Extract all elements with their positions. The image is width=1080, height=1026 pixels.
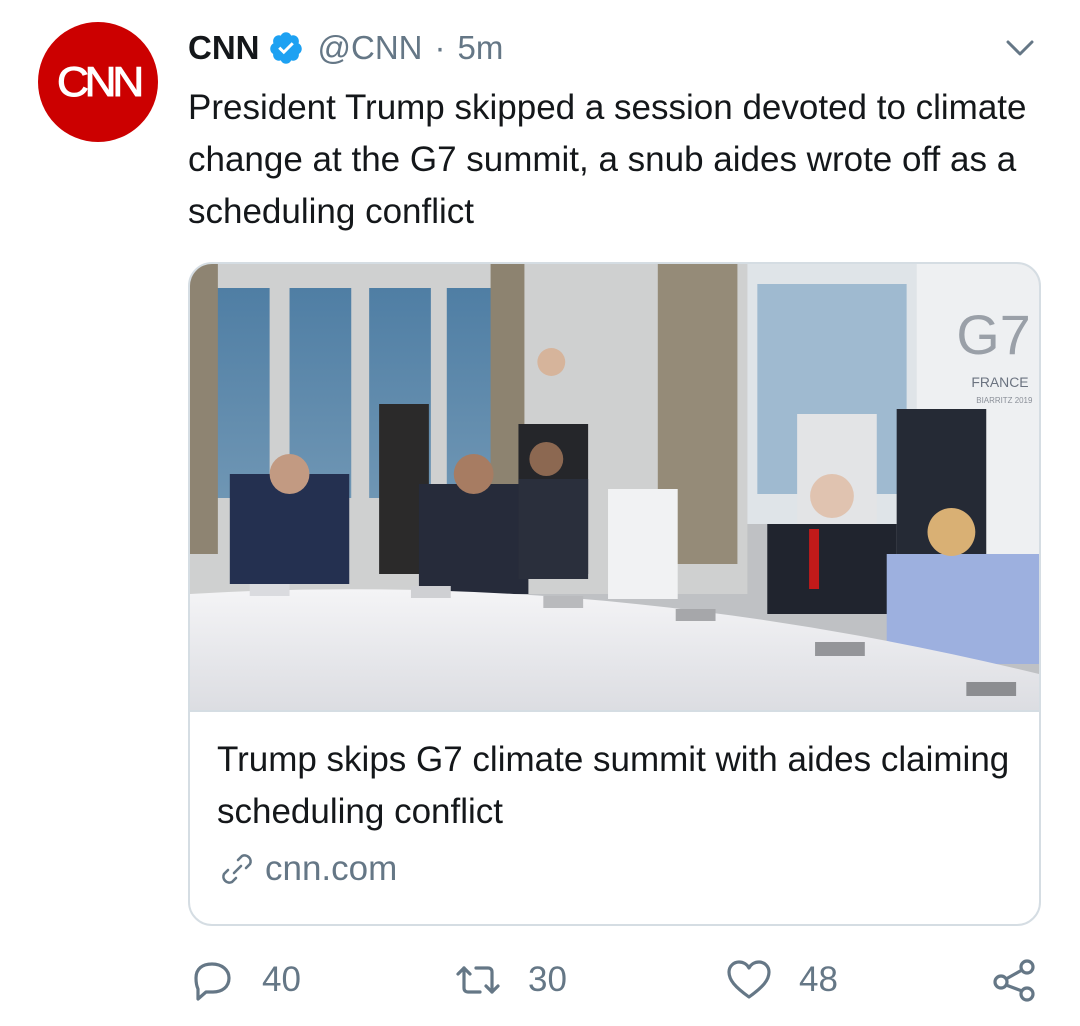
cnn-logo: CNN [56,58,144,106]
card-domain: cnn.com [265,849,398,888]
reply-button[interactable]: 40 [188,952,301,1008]
reply-icon [188,956,236,1004]
g7-sign-small: BIARRITZ 2019 [976,396,1033,405]
action-bar: 40 30 48 [0,952,1080,1008]
g7-sign-sub: FRANCE [971,374,1028,390]
verified-badge-icon [268,30,304,66]
link-icon [217,849,257,889]
handle[interactable]: @CNN [318,29,423,67]
display-name[interactable]: CNN [188,29,260,67]
tweet-header: CNN @CNN · 5m [188,26,503,70]
chevron-down-icon[interactable] [1002,30,1038,66]
separator-dot: · [434,29,446,66]
card-title[interactable]: Trump skips G7 climate summit with aides… [217,734,1017,838]
like-count: 48 [799,960,838,999]
retweet-icon [454,956,502,1004]
retweet-button[interactable]: 30 [454,952,567,1008]
card-image[interactable]: G7 FRANCE BIARRITZ 2019 [190,264,1039,710]
link-card[interactable]: G7 FRANCE BIARRITZ 2019 Trump skips G7 c… [188,262,1041,926]
timestamp[interactable]: 5m [458,29,504,67]
share-icon [990,956,1038,1004]
heart-icon [725,956,773,1004]
tweet-text: President Trump skipped a session devote… [188,88,1027,231]
share-button[interactable] [990,952,1038,1008]
like-button[interactable]: 48 [725,952,838,1008]
g7-sign: G7 [956,303,1030,366]
card-link[interactable]: cnn.com [217,849,397,889]
avatar[interactable]: CNN [38,22,158,142]
retweet-count: 30 [528,960,567,999]
reply-count: 40 [262,960,301,999]
card-divider [190,710,1039,712]
